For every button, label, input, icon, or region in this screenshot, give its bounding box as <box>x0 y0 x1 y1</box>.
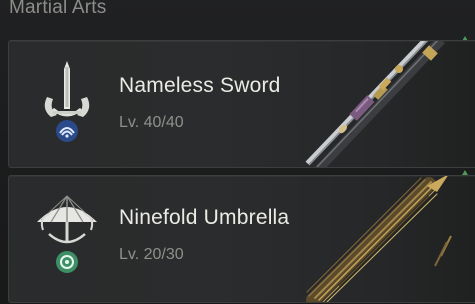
weapon-level: Lv. 20/30 <box>119 246 184 263</box>
martial-arts-panel: Martial Arts Nameless Sword Lv. 40/40 Ni… <box>0 0 475 304</box>
weapon-name: Nameless Sword <box>119 74 281 97</box>
sword-skill-icon <box>44 61 90 142</box>
umbrella-art <box>306 176 452 302</box>
umbrella-skill-icon <box>37 195 97 273</box>
weapon-card-nameless-sword[interactable]: Nameless Sword Lv. 40/40 <box>8 40 475 168</box>
section-title: Martial Arts <box>9 0 107 18</box>
weapon-name: Ninefold Umbrella <box>119 206 290 229</box>
sword-art <box>305 41 445 167</box>
weapon-level: Lv. 40/40 <box>119 114 184 131</box>
weapon-card-ninefold-umbrella[interactable]: Ninefold Umbrella Lv. 20/30 <box>8 175 475 303</box>
